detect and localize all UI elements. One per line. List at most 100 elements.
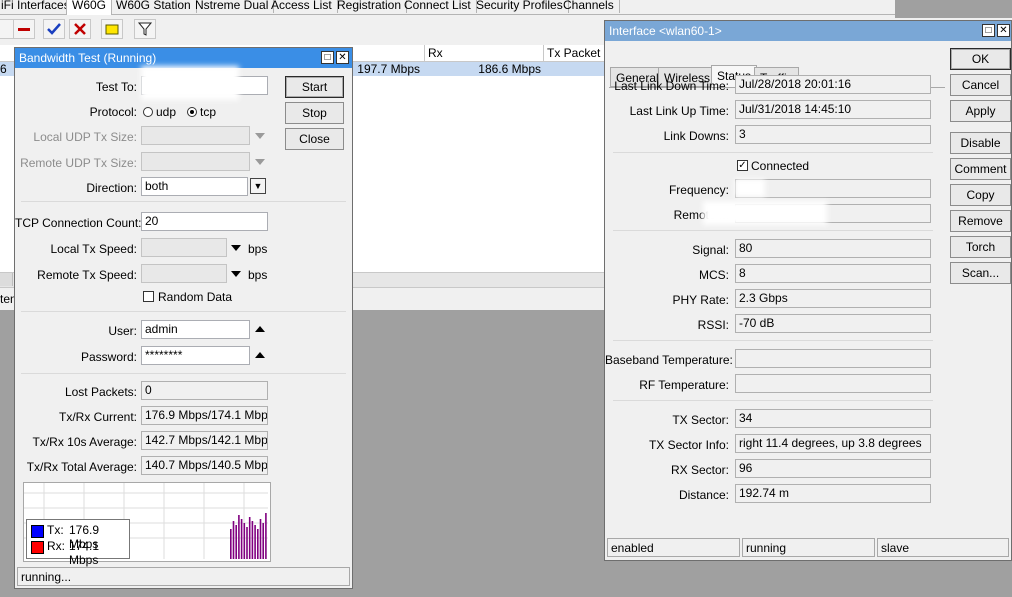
- tab-w60g-station[interactable]: W60G Station: [111, 0, 197, 13]
- password-label: Password:: [80, 350, 137, 364]
- tab-channels[interactable]: Channels: [558, 0, 620, 13]
- password-collapse-icon[interactable]: [255, 352, 265, 358]
- graph-bar: [251, 521, 254, 559]
- user-field[interactable]: admin: [141, 320, 250, 339]
- remove-button[interactable]: Remove: [950, 210, 1011, 232]
- tx-rx-10s-average-value: 142.7 Mbps/142.1 Mbps: [141, 431, 268, 450]
- rssi-label: RSSI:: [697, 318, 729, 332]
- last-link-up-label: Last Link Up Time:: [629, 104, 729, 118]
- remote-tx-speed-dropdown-icon[interactable]: [231, 271, 241, 277]
- tcp-connection-count-label: TCP Connection Count:: [15, 216, 142, 230]
- distance-value: 192.74 m: [735, 484, 931, 503]
- graph-legend: Tx: 176.9 Mbps Rx: 174.1 Mbps: [26, 519, 130, 567]
- column-tx-packet[interactable]: Tx Packet (p: [543, 45, 607, 61]
- interface-window: Interface <wlan60-1> □ ✕ General Wireles…: [604, 20, 1012, 561]
- comment-icon[interactable]: [101, 19, 123, 39]
- rf-temperature-value: [735, 374, 931, 393]
- interface-status-enabled: enabled: [607, 538, 740, 557]
- rx-legend-value: 174.1 Mbps: [69, 539, 100, 567]
- last-link-down-value: Jul/28/2018 20:01:16: [735, 75, 931, 94]
- tab-nstreme-dual[interactable]: Nstreme Dual: [190, 0, 275, 13]
- copy-button[interactable]: Copy: [950, 184, 1011, 206]
- window-title: Interface <wlan60-1>: [609, 24, 722, 38]
- direction-dropdown-icon[interactable]: ▼: [250, 178, 266, 194]
- graph-bar: [240, 519, 243, 559]
- graph-bar: [232, 521, 235, 559]
- interface-status-slave: slave: [877, 538, 1009, 557]
- scan-button[interactable]: Scan...: [950, 262, 1011, 284]
- graph-bar: [262, 523, 264, 559]
- tcp-connection-count-field[interactable]: 20: [141, 212, 268, 231]
- separator: [21, 373, 346, 374]
- stop-button[interactable]: Stop: [285, 102, 344, 124]
- distance-label: Distance:: [678, 488, 729, 502]
- row-cell-name: 6: [0, 62, 7, 76]
- interface-status-running: running: [742, 538, 875, 557]
- graph-bar: [248, 517, 251, 559]
- close-icon[interactable]: ✕: [336, 51, 349, 64]
- signal-value: 80: [735, 239, 931, 258]
- protocol-label: Protocol:: [89, 105, 137, 119]
- remote-tx-unit: bps: [248, 268, 268, 282]
- connected-checkbox: ✓: [737, 160, 748, 171]
- ok-button[interactable]: OK: [950, 48, 1011, 70]
- tx-sector-value: 34: [735, 409, 931, 428]
- local-tx-speed-dropdown-icon[interactable]: [231, 245, 241, 251]
- filter-icon[interactable]: [134, 19, 156, 39]
- start-button[interactable]: Start: [285, 76, 344, 98]
- user-collapse-icon[interactable]: [255, 326, 265, 332]
- tab-registration[interactable]: Registration: [332, 0, 408, 13]
- protocol-udp-radio[interactable]: [143, 107, 153, 117]
- local-udp-dropdown-icon: [255, 133, 265, 139]
- separator: [613, 230, 933, 231]
- tx-rx-current-label: Tx/Rx Current:: [58, 410, 137, 424]
- column-rx[interactable]: Rx: [424, 45, 544, 61]
- comment-button[interactable]: Comment: [950, 158, 1011, 180]
- tx-legend-swatch: [31, 525, 44, 538]
- minus-icon[interactable]: [13, 19, 35, 39]
- local-tx-speed-field[interactable]: [141, 238, 227, 257]
- password-field[interactable]: ********: [141, 346, 250, 365]
- random-data-checkbox[interactable]: [143, 291, 154, 302]
- separator: [21, 311, 346, 312]
- separator: [21, 201, 346, 202]
- link-downs-value: 3: [735, 125, 931, 144]
- apply-button[interactable]: Apply: [950, 100, 1011, 122]
- check-icon[interactable]: [43, 19, 65, 39]
- graph-bar: [254, 525, 256, 559]
- scroll-left-arrow[interactable]: [0, 273, 13, 286]
- close-button[interactable]: Close: [285, 128, 344, 150]
- maximize-icon[interactable]: □: [321, 51, 334, 64]
- interface-titlebar[interactable]: Interface <wlan60-1> □ ✕: [605, 21, 1011, 41]
- tab-w60g[interactable]: W60G: [66, 0, 113, 16]
- tx-rx-total-average-label: Tx/Rx Total Average:: [26, 460, 137, 474]
- graph-bar: [265, 513, 267, 559]
- rx-sector-value: 96: [735, 459, 931, 478]
- bandwidth-graph: Tx: 176.9 Mbps Rx: 174.1 Mbps: [23, 482, 271, 567]
- direction-select[interactable]: both: [141, 177, 248, 196]
- protocol-tcp-radio[interactable]: [187, 107, 197, 117]
- tab-connect-list[interactable]: Connect List: [399, 0, 477, 13]
- cross-icon[interactable]: [69, 19, 91, 39]
- desktop-gap: [895, 0, 1012, 18]
- tab-access-list[interactable]: Access List: [266, 0, 338, 13]
- signal-label: Signal:: [692, 243, 729, 257]
- bandwidth-test-titlebar[interactable]: Bandwidth Test (Running) □ ✕: [15, 48, 352, 68]
- graph-bar: [257, 529, 259, 559]
- protocol-udp-label: udp: [156, 105, 177, 119]
- tab-wifi-interfaces[interactable]: iFi Interfaces: [0, 0, 76, 13]
- phy-rate-value: 2.3 Gbps: [735, 289, 931, 308]
- tx-sector-label: TX Sector:: [672, 413, 729, 427]
- maximize-icon[interactable]: □: [982, 24, 995, 37]
- cancel-button[interactable]: Cancel: [950, 74, 1011, 96]
- remote-tx-speed-field[interactable]: [141, 264, 227, 283]
- test-to-label: Test To:: [95, 80, 137, 94]
- disable-button[interactable]: Disable: [950, 132, 1011, 154]
- torch-button[interactable]: Torch: [950, 236, 1011, 258]
- local-udp-tx-size-field: [141, 126, 250, 145]
- tx-rx-current-value: 176.9 Mbps/174.1 Mbps: [141, 406, 268, 425]
- close-icon[interactable]: ✕: [997, 24, 1010, 37]
- graph-bar: [243, 523, 246, 559]
- tab-security-profiles[interactable]: Security Profiles: [471, 0, 569, 13]
- rssi-value: -70 dB: [735, 314, 931, 333]
